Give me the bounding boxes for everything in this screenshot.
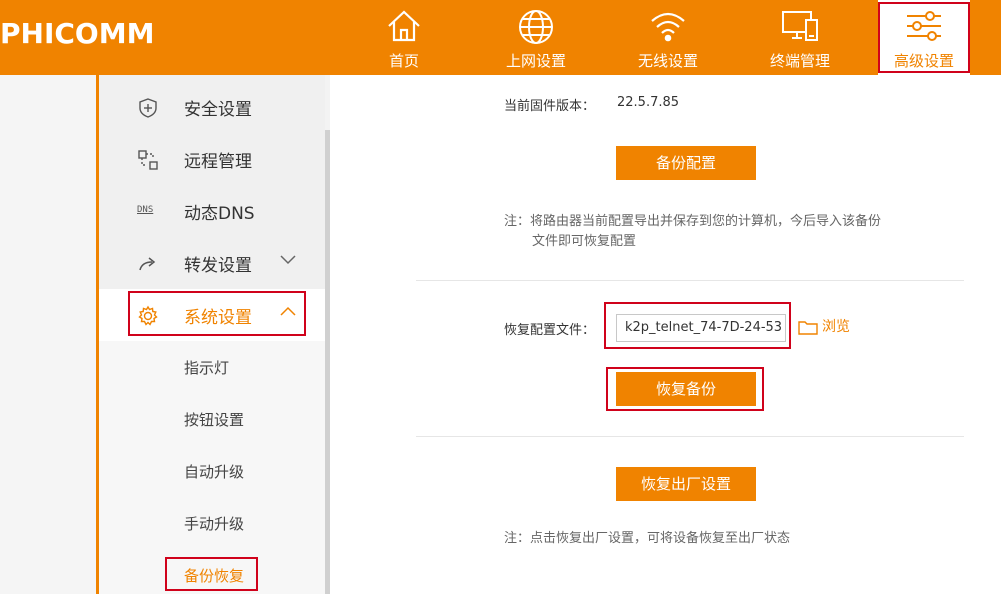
sidebar-subitem-manual-upgrade[interactable]: 手动升级 (99, 497, 328, 549)
sidebar-item-label: 转发设置 (184, 256, 252, 276)
backup-note: 注：将路由器当前配置导出并保存到您的计算机，今后导入该备份 文件即可恢复配置 (504, 212, 934, 252)
browse-button[interactable]: 浏览 (798, 316, 850, 336)
brand-logo: PHICOMM (0, 17, 155, 50)
factory-reset-note: 注：点击恢复出厂设置，可将设备恢复至出厂状态 (504, 531, 791, 546)
nav-devices-label: 终端管理 (769, 52, 830, 70)
sidebar: 安全设置 远程管理 DNS 动态DNS 转发设置 系统设置 指示灯 按钮设置 自… (96, 75, 328, 594)
sidebar-subitem-buttons[interactable]: 按钮设置 (99, 393, 328, 445)
sidebar-item-remote[interactable]: 远程管理 (99, 133, 328, 185)
devices-icon (780, 8, 820, 48)
backup-config-button[interactable]: 备份配置 (616, 146, 756, 180)
browse-label: 浏览 (822, 319, 850, 335)
sidebar-item-label: 远程管理 (184, 152, 252, 172)
restore-file-label: 恢复配置文件： (504, 323, 596, 338)
sidebar-item-label: 动态DNS (184, 204, 255, 224)
sidebar-subitem-label: 备份恢复 (184, 567, 245, 585)
nav-internet-label: 上网设置 (505, 52, 566, 70)
sidebar-subitem-led[interactable]: 指示灯 (99, 341, 328, 393)
restore-file-input[interactable]: k2p_telnet_74-7D-24-53 (616, 314, 786, 342)
folder-icon (798, 321, 818, 335)
dns-icon: DNS (137, 205, 154, 215)
restore-backup-button[interactable]: 恢复备份 (616, 372, 756, 406)
nav-devices[interactable]: 终端管理 (756, 0, 844, 75)
sidebar-subitem-auto-upgrade[interactable]: 自动升级 (99, 445, 328, 497)
nav-internet[interactable]: 上网设置 (492, 0, 580, 75)
top-header: PHICOMM 首页 上网设置 无线设置 终端管理 高级设置 (0, 0, 1001, 75)
sidebar-item-system[interactable]: 系统设置 (99, 289, 328, 341)
sidebar-item-security[interactable]: 安全设置 (99, 81, 328, 133)
shield-plus-icon (137, 97, 159, 119)
sidebar-item-label: 系统设置 (184, 308, 252, 328)
nav-home[interactable]: 首页 (364, 0, 444, 75)
sidebar-item-forwarding[interactable]: 转发设置 (99, 237, 328, 289)
nav-wireless[interactable]: 无线设置 (624, 0, 712, 75)
page-background (0, 75, 96, 594)
sidebar-subitem-label: 按钮设置 (184, 411, 245, 429)
wifi-icon (648, 8, 688, 48)
sidebar-subitem-label: 自动升级 (184, 463, 245, 481)
nav-advanced-label: 高级设置 (893, 52, 954, 70)
nav-advanced[interactable]: 高级设置 (878, 0, 970, 75)
sliders-icon (904, 8, 944, 48)
gear-icon (137, 305, 159, 327)
globe-icon (517, 8, 555, 50)
sidebar-subitem-label: 手动升级 (184, 515, 245, 533)
forward-icon (137, 253, 159, 275)
factory-reset-button[interactable]: 恢复出厂设置 (616, 467, 756, 501)
remote-icon (137, 149, 159, 171)
firmware-version-value: 22.5.7.85 (617, 95, 680, 110)
section-divider (416, 280, 964, 281)
nav-home-label: 首页 (388, 52, 419, 70)
firmware-version-label: 当前固件版本： (504, 99, 596, 114)
sidebar-item-ddns[interactable]: DNS 动态DNS (99, 185, 328, 237)
nav-wireless-label: 无线设置 (637, 52, 698, 70)
chevron-down-icon (279, 251, 297, 269)
backup-note-line1: 注：将路由器当前配置导出并保存到您的计算机，今后导入该备份 (504, 214, 882, 229)
sidebar-item-label: 安全设置 (184, 100, 252, 120)
home-icon (385, 8, 423, 48)
backup-note-line2: 文件即可恢复配置 (532, 234, 637, 249)
chevron-up-icon (279, 303, 297, 321)
sidebar-subitem-label: 指示灯 (184, 359, 230, 377)
section-divider (416, 436, 964, 437)
sidebar-subitem-backup-restore[interactable]: 备份恢复 (99, 549, 328, 594)
